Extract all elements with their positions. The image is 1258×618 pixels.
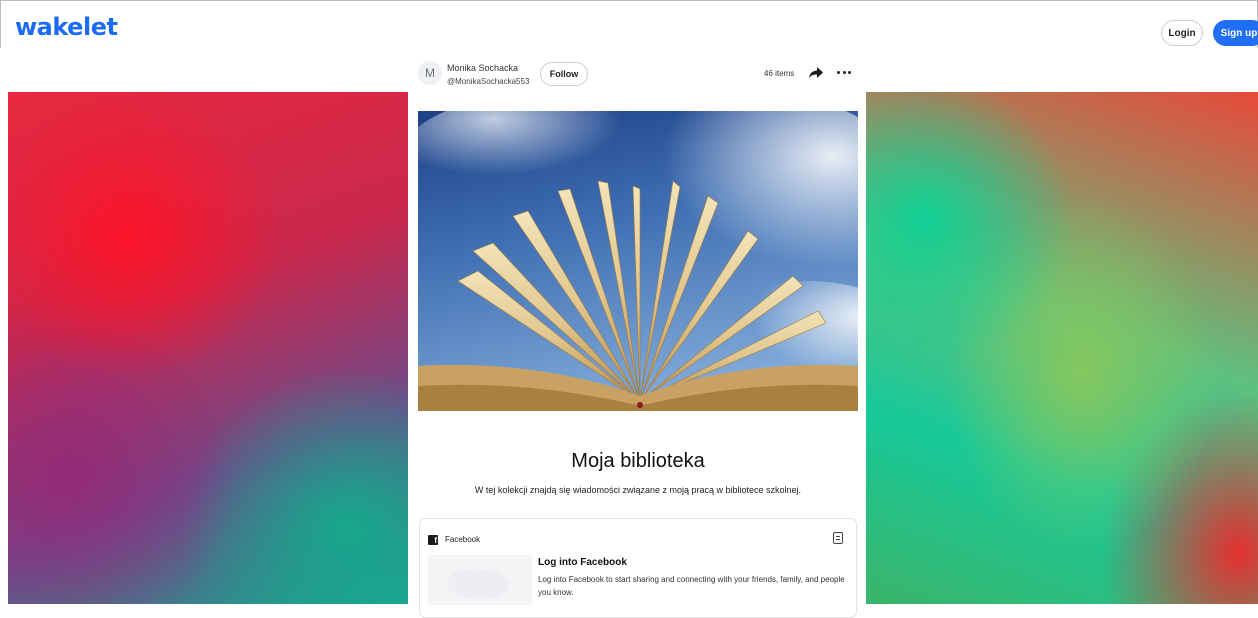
author-handle[interactable]: @MonikaSochacka553 [447, 77, 529, 86]
login-button[interactable]: Login [1161, 20, 1203, 46]
collection-title: Moja biblioteka [571, 450, 705, 472]
author-name[interactable]: Monika Sochacka [447, 63, 518, 73]
background-gradient-right [866, 92, 1258, 604]
more-horizontal-icon[interactable] [837, 71, 851, 75]
background-gradient-left [8, 92, 408, 604]
card-thumbnail[interactable] [428, 555, 532, 605]
card-title[interactable]: Log into Facebook [538, 557, 627, 568]
cover-image [418, 111, 858, 411]
item-count: 46 items [764, 69, 795, 78]
note-icon[interactable] [833, 532, 843, 544]
card-source: Facebook [445, 535, 481, 544]
wakelet-logo[interactable]: wakelet [15, 15, 118, 39]
follow-button[interactable]: Follow [540, 62, 588, 86]
top-navigation-bar: wakelet Login Sign up [0, 0, 1258, 48]
facebook-icon: f [428, 535, 438, 545]
sign-up-button[interactable]: Sign up [1213, 20, 1258, 46]
collection-description: W tej kolekcji znajdą się wiadomości zwi… [474, 485, 802, 495]
share-arrow-icon[interactable] [808, 66, 824, 80]
card-description: Log into Facebook to start sharing and c… [538, 575, 845, 597]
author-avatar[interactable]: M [418, 61, 442, 85]
